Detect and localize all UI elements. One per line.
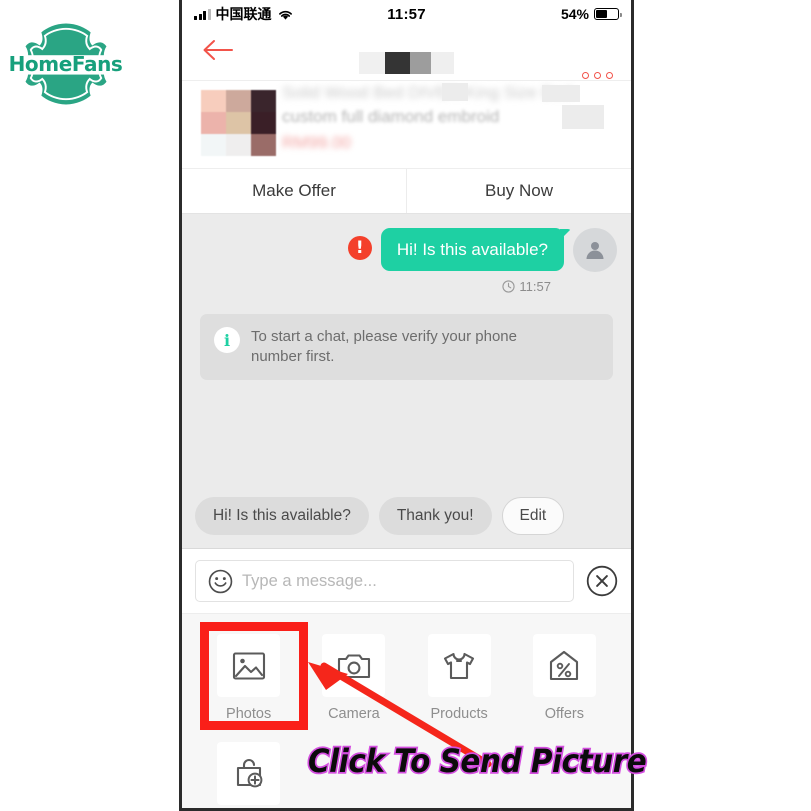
product-actions: Make Offer Buy Now [182,168,631,214]
logo: HomeFans [8,14,123,114]
product-price: RM99.00 [282,133,351,152]
error-exclamation-icon[interactable]: ! [347,236,372,260]
quick-reply-thanks[interactable]: Thank you! [378,497,492,535]
battery-percent: 54% [560,6,589,22]
verify-phone-notice: i To start a chat, please verify your ph… [200,314,613,380]
attach-photos-label: Photos [226,706,272,722]
message-time: 11:57 [519,279,551,294]
emoji-smiley-icon[interactable] [208,569,233,594]
quick-replies: Hi! Is this available? Thank you! Edit [182,484,631,549]
grid-spacer [407,730,512,808]
quick-reply-available[interactable]: Hi! Is this available? [195,497,369,535]
redaction-block [542,85,580,102]
product-summary[interactable]: Solid Wood Bed DIVER King Size Bed custo… [182,80,631,168]
avatar [573,228,617,272]
status-right: 54% [560,6,622,22]
logo-text: HomeFans [8,52,123,76]
photo-image-icon [232,651,265,680]
message-input-field[interactable]: Type a message... [195,560,574,602]
status-bar: 中国联通 11:57 54% [182,0,631,28]
verify-phone-notice-text: To start a chat, please verify your phon… [251,328,517,365]
message-bubble[interactable]: Hi! Is this available? [380,228,572,272]
attach-offers-label: Offers [544,706,584,722]
tshirt-icon [444,652,475,679]
attach-buy-now[interactable]: Buy Now [196,730,301,808]
attach-products-tile [427,634,491,697]
more-options-icon[interactable] [582,72,613,79]
redaction-block [562,105,604,129]
battery-icon [594,8,622,20]
attach-buy-now-tile [217,742,281,805]
message-input-bar: Type a message... [182,549,631,613]
message-input-placeholder: Type a message... [242,571,377,590]
attachment-grid-row-1: Photos Camera Products Offers [196,622,617,730]
screenshot-root: HomeFans 中国联通 11:57 54% Solid Wood Bed D… [0,0,811,811]
attach-products-label: Products [430,706,488,722]
conversation-area: ! Hi! Is this available? 11:57 i To star… [182,214,631,484]
info-icon: i [214,327,240,353]
attach-camera-tile [322,634,386,697]
grid-spacer [301,730,406,808]
close-circle-icon[interactable] [586,565,618,597]
attachment-panel: Photos Camera Products Offers [182,613,631,808]
attach-products[interactable]: Products [407,622,512,730]
tag-percent-icon [550,650,579,680]
attachment-grid-row-2: Buy Now [196,730,617,808]
attach-photos-tile [217,634,281,697]
redaction-block [442,83,468,101]
message-row-outgoing: ! Hi! Is this available? [196,228,617,272]
quick-reply-edit[interactable]: Edit [501,497,565,535]
grid-spacer [512,730,617,808]
phone-screenshot: 中国联通 11:57 54% Solid Wood Bed DIVER King… [179,0,634,811]
buy-now-button[interactable]: Buy Now [406,169,631,213]
nav-bar: Active 7 mins ago [182,28,631,102]
nav-title-redacted [358,52,455,74]
product-thumbnail [201,90,276,156]
attach-camera[interactable]: Camera [301,622,406,730]
back-arrow-icon[interactable] [202,38,234,62]
bag-plus-icon [236,758,263,787]
attach-offers-tile [532,634,596,697]
camera-icon [337,653,370,678]
attach-offers[interactable]: Offers [512,622,617,730]
message-timestamp-row: 11:57 [196,279,551,294]
person-avatar-icon [586,242,604,259]
attach-photos[interactable]: Photos [196,622,301,730]
make-offer-button[interactable]: Make Offer [182,169,406,213]
brand-panel: HomeFans [0,0,178,811]
attach-camera-label: Camera [328,706,380,722]
clock-icon [502,280,516,293]
